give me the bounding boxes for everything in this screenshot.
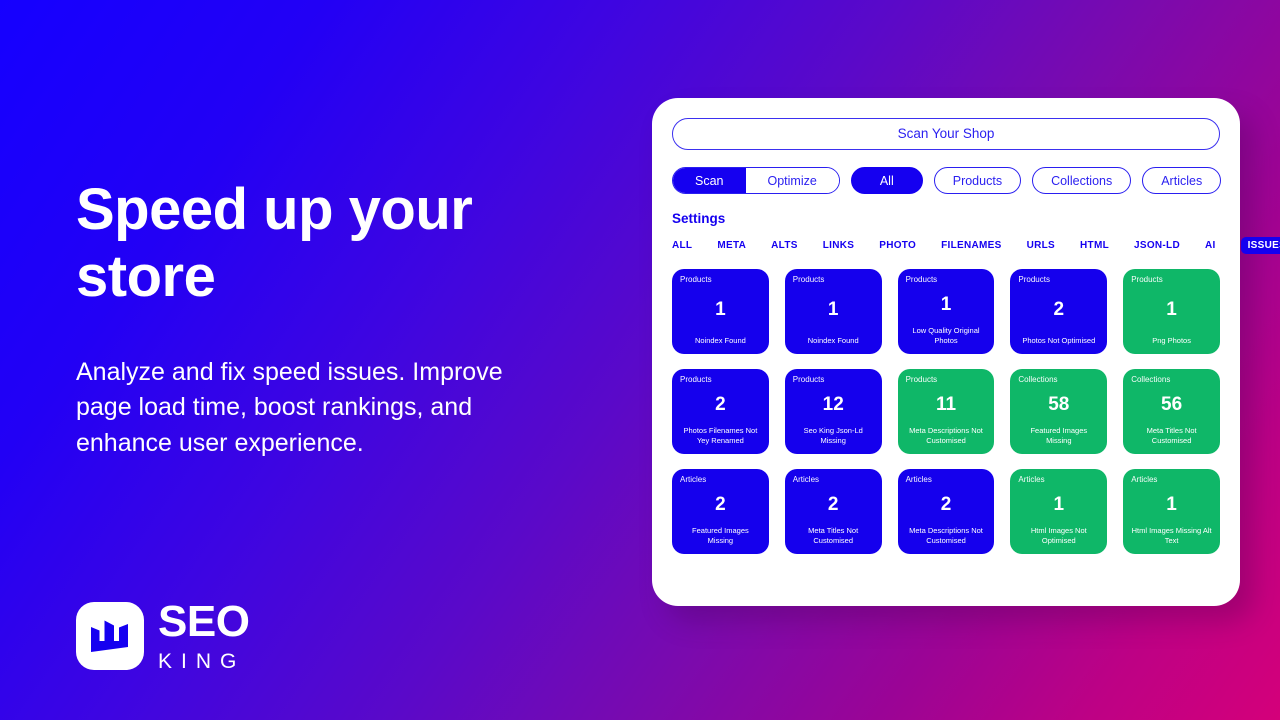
resource-filter-articles[interactable]: Articles <box>1142 167 1222 194</box>
issue-card-scope: Products <box>1131 275 1163 284</box>
logo-text-secondary: KING <box>158 650 246 673</box>
issue-card[interactable]: Products 2 Photos Filenames Not Yey Rename… <box>672 369 769 454</box>
issue-card-count: 12 <box>822 393 844 415</box>
filter-tab-html[interactable]: HTML <box>1080 237 1109 254</box>
issue-card-count: 1 <box>827 298 839 320</box>
logo-wordmark: SEO KING <box>158 597 250 673</box>
issue-card-scope: Products <box>1018 275 1050 284</box>
issue-card-scope: Collections <box>1131 375 1171 384</box>
filter-tab-json-ld[interactable]: JSON-LD <box>1134 237 1180 254</box>
issue-card-count: 1 <box>1166 493 1177 515</box>
issue-card-scope: Collections <box>1018 375 1058 384</box>
issue-card-count: 2 <box>827 493 839 515</box>
issue-card-count: 11 <box>935 393 957 415</box>
bar-chart-crown-icon <box>91 620 128 652</box>
filter-tab-meta[interactable]: META <box>717 237 746 254</box>
issue-card-count: 56 <box>1161 393 1183 415</box>
filter-tab-filenames[interactable]: FILENAMES <box>941 237 1001 254</box>
filter-tab-photo[interactable]: PHOTO <box>879 237 916 254</box>
issue-card[interactable]: Articles 2 Meta Descriptions Not Customise… <box>897 469 995 554</box>
issue-card-label: Html Images Missing Alt Text <box>1131 526 1212 546</box>
mode-toggle: Scan Optimize <box>672 167 840 194</box>
app-panel: Scan Your Shop Scan Optimize All Product… <box>652 98 1280 606</box>
issue-card-scope: Products <box>680 375 712 384</box>
filter-tab-links[interactable]: LINKS <box>823 237 855 254</box>
issue-card-label: Low Quality Original Photos <box>912 326 980 346</box>
issue-card-label: Meta Titles Not Customised <box>808 526 859 546</box>
issue-card-label: Meta Descriptions Not Customised <box>909 426 983 446</box>
issue-card-label: Noindex Found <box>694 336 746 346</box>
issue-card-label: Meta Descriptions Not Customised <box>909 526 983 546</box>
issue-card-scope: Articles <box>905 475 932 484</box>
issue-card-scope: Articles <box>792 475 820 484</box>
issue-card-count: 2 <box>940 493 952 515</box>
issue-card-scope: Products <box>792 375 825 384</box>
logo-mark <box>76 602 144 670</box>
page-title: Speed up your store <box>76 177 473 310</box>
issue-card[interactable]: Products 2 Photos Not Optimised <box>1010 269 1108 354</box>
issue-card-label: Seo King Json-Ld Missing <box>803 426 863 446</box>
resource-filter-products[interactable]: Products <box>933 167 1022 194</box>
scan-your-shop-button[interactable]: Scan Your Shop <box>672 118 1220 150</box>
filter-tab-ai[interactable]: AI <box>1205 237 1216 254</box>
filter-tab-all[interactable]: ALL <box>672 237 692 254</box>
issue-card-count: 58 <box>1048 393 1070 415</box>
issue-card-count: 1 <box>1053 493 1065 515</box>
brand-logo: SEO KING <box>76 597 250 673</box>
issue-card[interactable]: Collections 58 Featured Images Missing <box>1010 369 1108 454</box>
issue-card-label: Noindex Found <box>807 336 859 346</box>
issue-card[interactable]: Articles 2 Featured Images Missing <box>672 469 769 554</box>
issue-card[interactable]: Products 1 Noindex Found <box>672 269 769 354</box>
issue-card-label: Photos Not Optimised <box>1022 336 1096 346</box>
issue-card-label: Featured Images Missing <box>692 526 749 546</box>
issue-cards-grid: Products 1 Noindex Found Products 1 Noindex F… <box>672 269 1220 554</box>
issue-card[interactable]: Products 1 Low Quality Original Photos <box>897 269 995 354</box>
filter-tab-issues[interactable]: ISSUES <box>1240 237 1280 254</box>
filter-tab-alts[interactable]: ALTS <box>771 237 798 254</box>
issue-card[interactable]: Collections 56 Meta Titles Not Customised <box>1123 369 1220 454</box>
issue-card-scope: Articles <box>1131 475 1158 484</box>
issue-card-scope: Products <box>905 375 938 384</box>
issue-card[interactable]: Products 1 Png Photos <box>1123 269 1220 354</box>
issue-card-label: Photos Filenames Not Yey Renamed <box>683 426 758 446</box>
promo-description: Analyze and fix speed issues. Improve pa… <box>76 357 503 457</box>
issue-card-count: 2 <box>715 393 726 415</box>
issue-card-scope: Products <box>905 275 938 284</box>
resource-filter-collections[interactable]: Collections <box>1032 167 1132 194</box>
issue-card-count: 1 <box>940 293 952 315</box>
issue-card-count: 1 <box>1166 298 1177 320</box>
issue-card[interactable]: Products 1 Noindex Found <box>784 269 882 354</box>
issue-card-scope: Articles <box>1018 475 1045 484</box>
mode-toggle-scan[interactable]: Scan <box>673 168 746 193</box>
controls-row: Scan Optimize All Products Collections A… <box>672 167 1222 194</box>
issue-card-scope: Articles <box>680 475 707 484</box>
issue-card[interactable]: Articles 1 Html Images Missing Alt Text <box>1123 469 1220 554</box>
issue-card-label: Meta Titles Not Customised <box>1146 426 1197 446</box>
filter-tab-urls[interactable]: URLS <box>1027 237 1055 254</box>
issue-card-scope: Products <box>792 275 825 284</box>
issue-card-count: 2 <box>1053 298 1065 320</box>
issue-card-count: 2 <box>715 493 726 515</box>
issue-card[interactable]: Products 11 Meta Descriptions Not Customis… <box>897 369 995 454</box>
resource-filter-all[interactable]: All <box>850 167 923 194</box>
issue-card-scope: Products <box>680 275 712 284</box>
promo-section: Speed up your store Analyze and fix spee… <box>76 176 596 461</box>
issue-card[interactable]: Articles 1 Html Images Not Optimised <box>1010 469 1108 554</box>
issue-card[interactable]: Articles 2 Meta Titles Not Customised <box>784 469 882 554</box>
logo-text-primary: SEO <box>158 597 250 646</box>
issue-card-label: Featured Images Missing <box>1030 426 1088 446</box>
filter-tabs: ALL META ALTS LINKS PHOTO FILENAMES URLS HTML JS… <box>672 237 1280 254</box>
mode-toggle-optimize[interactable]: Optimize <box>745 168 839 193</box>
issue-card-label: Html Images Not Optimised <box>1030 526 1087 546</box>
issue-card-count: 1 <box>715 298 726 320</box>
issue-card-label: Png Photos <box>1152 336 1191 346</box>
issue-card[interactable]: Products 12 Seo King Json-Ld Missing <box>784 369 882 454</box>
settings-heading: Settings <box>672 211 726 226</box>
